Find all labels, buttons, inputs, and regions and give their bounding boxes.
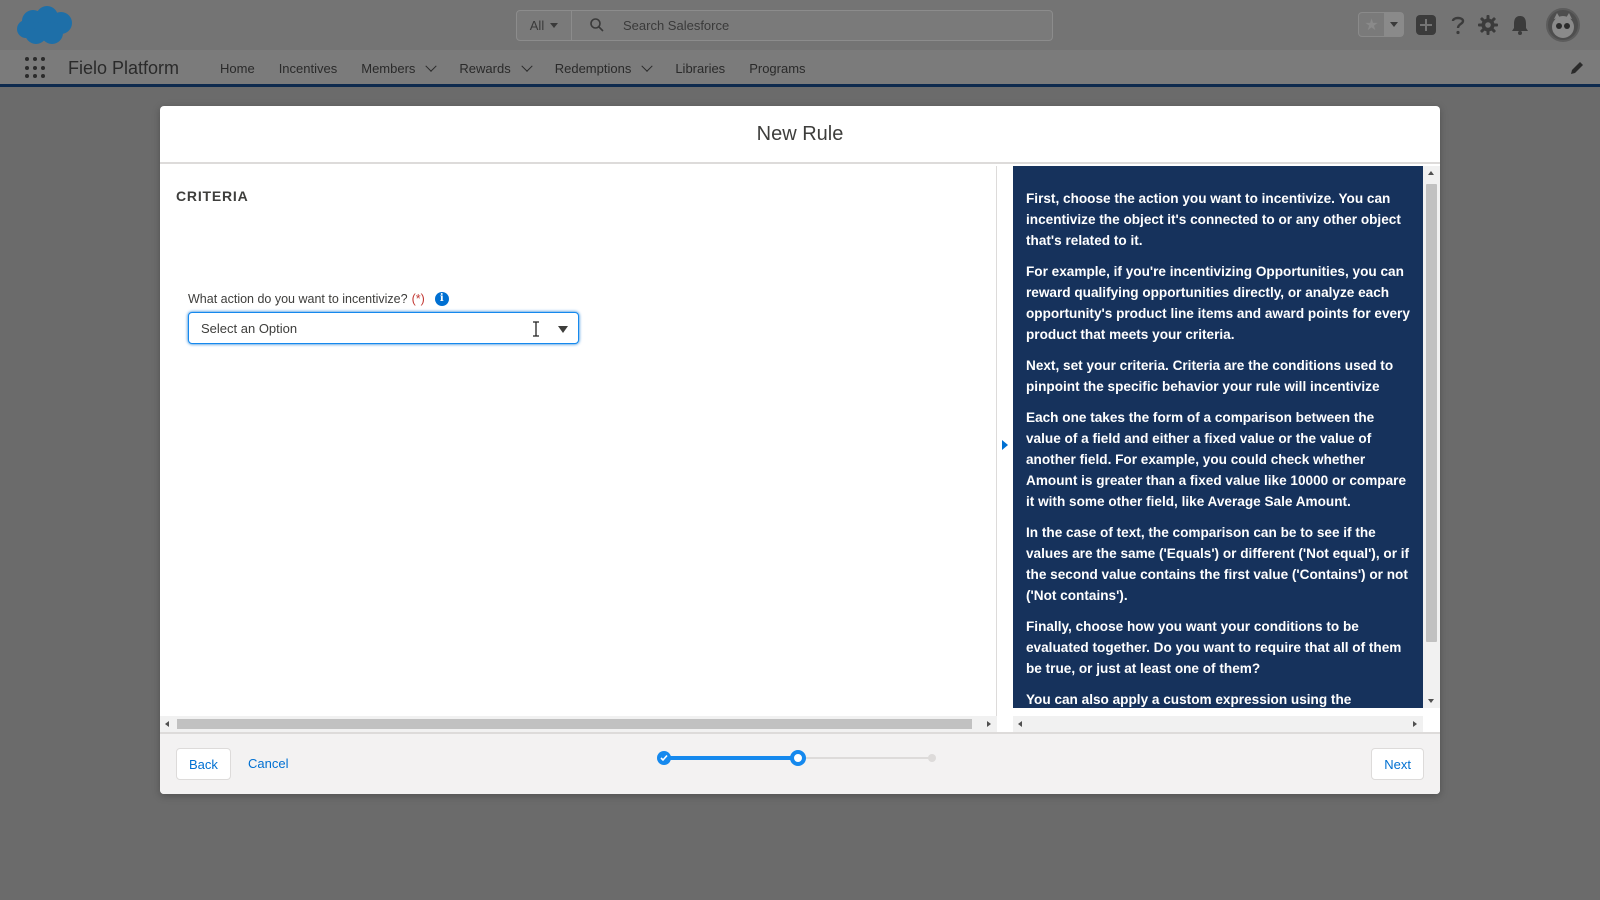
help-paragraph: In the case of text, the comparison can … bbox=[1026, 525, 1410, 603]
chevron-down-icon bbox=[1390, 22, 1398, 27]
nav-item-label: Home bbox=[220, 61, 255, 76]
astro-avatar-icon bbox=[1552, 13, 1574, 38]
scrollbar-thumb[interactable] bbox=[1426, 184, 1437, 642]
nav-item-label: Incentives bbox=[278, 61, 338, 76]
progress-step-upcoming[interactable] bbox=[928, 754, 936, 762]
chevron-down-icon bbox=[550, 23, 559, 28]
help-vertical-scrollbar[interactable] bbox=[1423, 166, 1440, 708]
chevron-down-icon[interactable] bbox=[521, 60, 533, 72]
nav-item-libraries[interactable]: Libraries bbox=[663, 50, 737, 87]
scroll-right-arrow-icon[interactable] bbox=[987, 721, 991, 727]
progress-fill bbox=[664, 756, 798, 760]
action-field-label-text: What action do you want to incentivize? bbox=[188, 292, 408, 306]
nav-item-label: Libraries bbox=[675, 61, 726, 76]
search-icon bbox=[590, 18, 604, 32]
nav-item-rewards[interactable]: Rewards bbox=[447, 50, 542, 87]
criteria-pane: CRITERIA What action do you want to ince… bbox=[160, 166, 997, 716]
nav-item-incentives[interactable]: Incentives bbox=[267, 50, 350, 87]
back-button[interactable]: Back bbox=[176, 748, 231, 780]
action-field-label: What action do you want to incentivize? … bbox=[188, 292, 449, 306]
help-paragraph: You can also apply a custom expression u… bbox=[1026, 692, 1352, 707]
notifications-button[interactable] bbox=[1509, 14, 1531, 36]
question-mark-icon bbox=[1451, 16, 1465, 35]
required-marker: (*) bbox=[411, 292, 425, 306]
pencil-icon[interactable] bbox=[1568, 59, 1586, 77]
favorites-list-button[interactable] bbox=[1384, 13, 1403, 36]
chevron-down-icon[interactable] bbox=[425, 60, 438, 72]
global-search: All bbox=[516, 10, 1053, 41]
modal-footer: Back Cancel Next bbox=[160, 732, 1440, 794]
modal-title: New Rule bbox=[756, 122, 844, 145]
help-paragraph: Finally, choose how you want your condit… bbox=[1026, 619, 1402, 676]
info-icon[interactable]: i bbox=[434, 292, 449, 306]
salesforce-cloud-logo[interactable] bbox=[16, 5, 74, 47]
help-paragraph: Each one takes the form of a comparison … bbox=[1026, 410, 1407, 509]
nav-item-programs[interactable]: Programs bbox=[737, 50, 817, 87]
favorite-star-icon[interactable]: ★ bbox=[1359, 13, 1384, 36]
nav-item-label: Redemptions bbox=[554, 61, 632, 76]
help-paragraph: For example, if you're incentivizing Opp… bbox=[1026, 264, 1410, 342]
setup-button[interactable] bbox=[1477, 14, 1499, 36]
nav-items: Home Incentives Members Rewards Redempti… bbox=[208, 50, 818, 87]
next-button[interactable]: Next bbox=[1371, 748, 1424, 780]
nav-item-home[interactable]: Home bbox=[208, 50, 267, 87]
action-select-value: Select an Option bbox=[201, 320, 298, 336]
nav-item-members[interactable]: Members bbox=[349, 50, 447, 87]
cancel-link[interactable]: Cancel bbox=[248, 756, 288, 771]
global-header: All ★ bbox=[0, 0, 1600, 50]
scroll-left-arrow-icon[interactable] bbox=[165, 721, 169, 727]
global-actions-button[interactable] bbox=[1415, 14, 1437, 36]
plus-icon bbox=[1416, 15, 1436, 35]
scroll-down-arrow-icon[interactable] bbox=[1428, 699, 1434, 703]
gear-icon bbox=[1478, 15, 1498, 35]
section-title: CRITERIA bbox=[176, 188, 249, 204]
search-input[interactable] bbox=[623, 15, 1023, 36]
search-scope-label: All bbox=[529, 18, 545, 33]
check-icon bbox=[660, 754, 668, 762]
action-select[interactable]: Select an Option bbox=[188, 312, 579, 344]
nav-item-label: Programs bbox=[749, 61, 806, 76]
nav-item-redemptions[interactable]: Redemptions bbox=[543, 50, 664, 87]
help-button[interactable] bbox=[1447, 14, 1469, 36]
modal-header: New Rule bbox=[160, 106, 1440, 164]
text-cursor-icon bbox=[533, 321, 539, 337]
new-rule-modal: New Rule CRITERIA What action do you wan… bbox=[160, 106, 1440, 794]
app-navigation-bar: Fielo Platform Home Incentives Members R… bbox=[0, 50, 1600, 87]
help-paragraph: First, choose the action you want to inc… bbox=[1026, 191, 1401, 248]
help-horizontal-scrollbar[interactable] bbox=[1013, 716, 1423, 732]
search-scope-dropdown[interactable]: All bbox=[517, 11, 572, 40]
app-name: Fielo Platform bbox=[68, 58, 180, 78]
chevron-right-icon bbox=[1002, 440, 1008, 450]
scroll-right-arrow-icon[interactable] bbox=[1413, 721, 1417, 727]
criteria-horizontal-scrollbar[interactable] bbox=[160, 716, 997, 732]
help-panel-toggle[interactable] bbox=[997, 166, 1013, 716]
favorites-group: ★ bbox=[1358, 12, 1404, 37]
help-paragraph: Next, set your criteria. Criteria are th… bbox=[1026, 358, 1394, 394]
help-panel: First, choose the action you want to inc… bbox=[1013, 166, 1423, 708]
progress-step-complete[interactable] bbox=[657, 751, 671, 765]
nav-item-label: Rewards bbox=[459, 61, 511, 76]
scroll-left-arrow-icon[interactable] bbox=[1018, 721, 1022, 727]
user-avatar[interactable] bbox=[1546, 8, 1580, 42]
app-launcher-icon[interactable] bbox=[25, 57, 47, 79]
chevron-down-icon bbox=[558, 326, 568, 333]
progress-step-current[interactable] bbox=[790, 750, 806, 766]
wizard-progress bbox=[657, 748, 940, 768]
nav-item-label: Members bbox=[361, 61, 416, 76]
scrollbar-thumb[interactable] bbox=[177, 719, 972, 729]
scroll-up-arrow-icon[interactable] bbox=[1428, 171, 1434, 175]
help-text: First, choose the action you want to inc… bbox=[1013, 166, 1423, 708]
bell-icon bbox=[1512, 16, 1528, 35]
chevron-down-icon[interactable] bbox=[641, 60, 653, 72]
